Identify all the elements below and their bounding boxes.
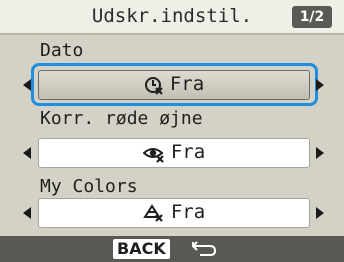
back-button[interactable]: BACK	[113, 239, 170, 259]
return-arrow-icon	[190, 240, 218, 262]
date-selector[interactable]: Fra	[38, 70, 310, 100]
setting-label-red-eye: Korr. røde øjne	[40, 108, 203, 129]
left-arrow-icon[interactable]	[23, 207, 31, 219]
left-arrow-icon[interactable]	[23, 147, 31, 159]
setting-label-my-colors: My Colors	[40, 176, 138, 197]
my-colors-value: Fra	[170, 201, 206, 223]
red-eye-off-icon	[142, 143, 165, 163]
header-bar: Udskr.indstil. 1/2	[0, 0, 344, 35]
left-arrow-icon[interactable]	[23, 79, 31, 91]
my-colors-selector[interactable]: Fra	[38, 198, 310, 228]
right-arrow-icon[interactable]	[316, 207, 324, 219]
red-eye-value: Fra	[170, 141, 206, 163]
right-arrow-icon[interactable]	[316, 79, 324, 91]
page-indicator: 1/2	[292, 6, 332, 28]
red-eye-selector[interactable]: Fra	[38, 138, 310, 168]
setting-label-date: Dato	[40, 40, 84, 61]
date-off-icon	[144, 75, 164, 95]
my-colors-off-icon	[143, 203, 165, 223]
footer-bar: BACK	[0, 236, 344, 262]
date-value: Fra	[169, 73, 205, 95]
right-arrow-icon[interactable]	[316, 147, 324, 159]
